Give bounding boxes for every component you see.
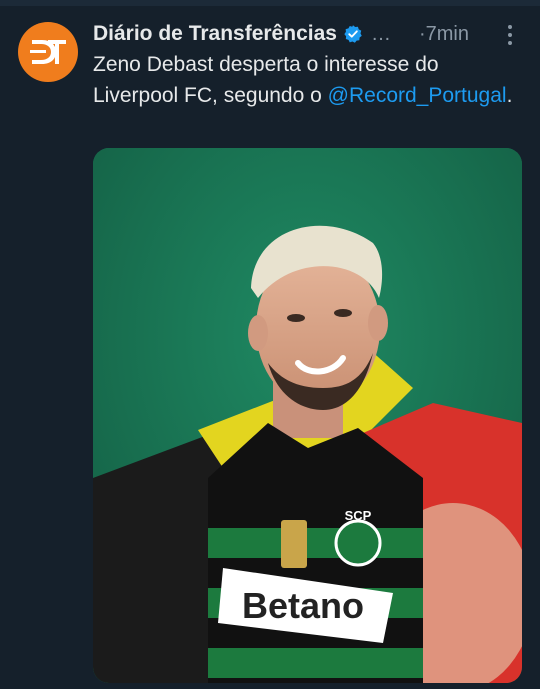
more-options-icon[interactable] <box>500 22 520 48</box>
divider <box>0 0 540 6</box>
more-dot <box>508 33 512 37</box>
avatar[interactable] <box>18 22 78 82</box>
crest-label: SCP <box>345 508 372 523</box>
tweet-photo[interactable]: Betano SCP <box>93 148 522 683</box>
more-dot <box>508 25 512 29</box>
display-name[interactable]: Diário de Transferências <box>93 22 337 46</box>
sponsor-label: Betano <box>242 585 364 626</box>
timestamp[interactable]: 7min <box>426 23 469 46</box>
more-dot <box>508 41 512 45</box>
dt-logo-icon <box>30 40 66 64</box>
tweet-text: Zeno Debast desperta o interesse do Live… <box>93 50 513 111</box>
name-ellipsis: … <box>370 22 391 45</box>
mention-link[interactable]: @Record_Portugal <box>328 84 507 107</box>
tweet-card[interactable]: Diário de Transferências … · 7min Zeno D… <box>0 0 540 689</box>
separator-dot: · <box>418 22 426 45</box>
tweet-text-end: . <box>506 83 513 107</box>
tweet-header: Diário de Transferências … · 7min <box>93 20 523 48</box>
verified-badge-icon <box>344 25 362 43</box>
player-photo-image: Betano SCP <box>93 148 522 683</box>
